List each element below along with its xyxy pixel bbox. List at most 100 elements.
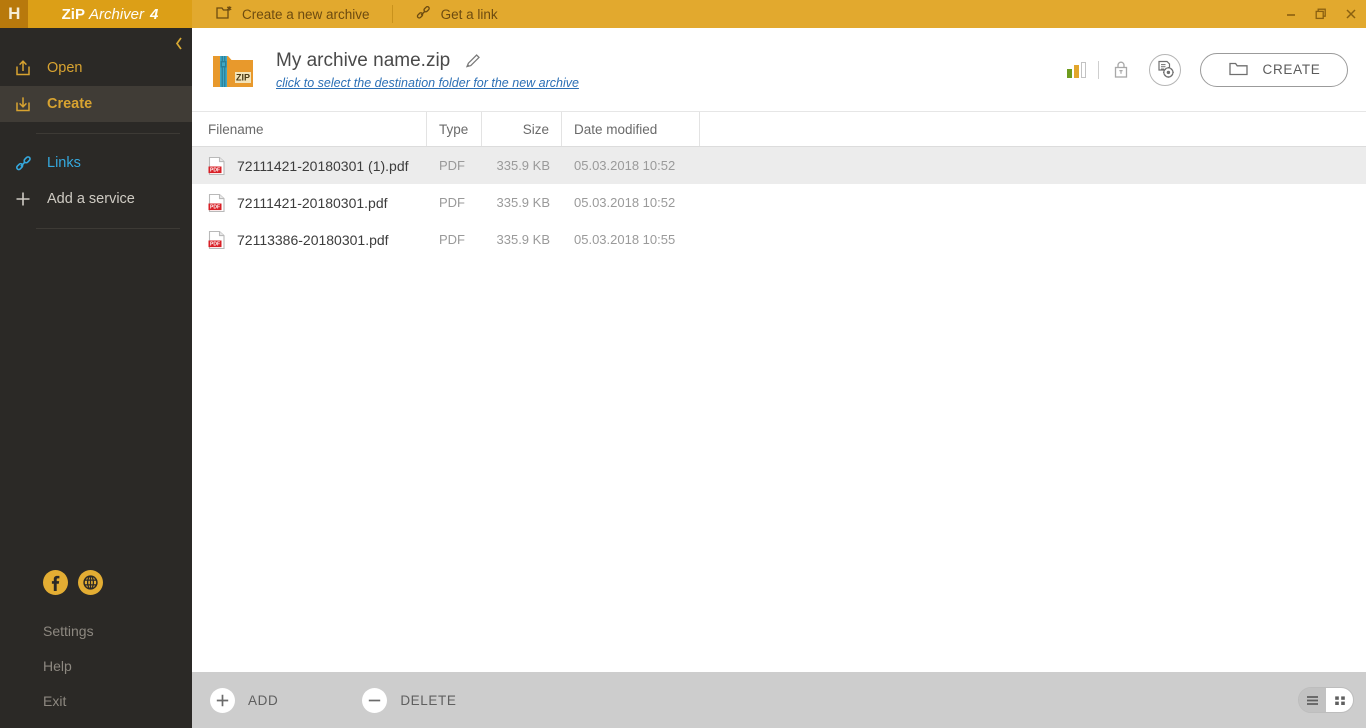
filename-text: 72113386-20180301.pdf bbox=[237, 231, 389, 248]
new-folder-icon bbox=[216, 5, 233, 23]
svg-text:PDF: PDF bbox=[210, 204, 220, 210]
minimize-button[interactable] bbox=[1276, 0, 1306, 28]
brand-part2: Archiver bbox=[88, 5, 144, 23]
cell-date-modified: 05.03.2018 10:55 bbox=[574, 232, 676, 247]
sidebar-item-open[interactable]: Open bbox=[0, 50, 192, 86]
pdf-file-icon: PDF bbox=[208, 230, 226, 250]
sidebar-social-links bbox=[0, 570, 192, 595]
file-table: Filename Type Size Date modified PDF 721… bbox=[192, 112, 1366, 672]
titlebar-tabs: Create a new archive Get a link bbox=[192, 0, 520, 28]
cell-type: PDF bbox=[439, 158, 465, 173]
sidebar-divider-top bbox=[36, 133, 180, 134]
chain-link-icon bbox=[12, 155, 34, 172]
archive-header-actions: CREATE bbox=[1067, 52, 1348, 87]
table-body: PDF 72111421-20180301 (1).pdf PDF 335.9 KB… bbox=[192, 147, 1366, 672]
column-header-filename[interactable]: Filename bbox=[192, 112, 427, 146]
create-archive-button[interactable]: CREATE bbox=[1200, 52, 1348, 87]
sidebar-nav-services: Links Add a service bbox=[0, 145, 192, 217]
column-header-date-modified[interactable]: Date modified bbox=[562, 112, 700, 146]
link-icon bbox=[415, 5, 432, 23]
filename-text: 72111421-20180301 (1).pdf bbox=[237, 157, 409, 174]
cell-date-modified: 05.03.2018 10:52 bbox=[574, 158, 676, 173]
sidebar-item-exit[interactable]: Exit bbox=[0, 683, 192, 718]
add-files-button[interactable]: ADD bbox=[210, 687, 279, 713]
archive-meta: My archive name.zip click to select the … bbox=[276, 50, 579, 90]
sidebar-nav-top: Open Create bbox=[0, 50, 192, 122]
archive-settings-gear-icon[interactable] bbox=[1149, 53, 1181, 86]
bottom-toolbar: ADD DELETE bbox=[192, 672, 1366, 728]
archive-header: ZIP My archive name.zip click to select … bbox=[192, 28, 1366, 112]
sidebar-item-help[interactable]: Help bbox=[0, 648, 192, 683]
zip-archiver-window: H ZiP Archiver 4 Create a new archive Ge… bbox=[0, 0, 1366, 728]
sidebar-item-add-a-service[interactable]: Add a service bbox=[0, 181, 192, 217]
cell-type: PDF bbox=[439, 195, 465, 210]
tab-link-label: Get a link bbox=[440, 6, 498, 22]
sidebar-footer-pad bbox=[0, 718, 192, 728]
window-controls bbox=[1276, 0, 1366, 28]
cell-type: PDF bbox=[439, 232, 465, 247]
header-divider bbox=[1098, 60, 1099, 79]
restore-button[interactable] bbox=[1306, 0, 1336, 28]
pdf-file-icon: PDF bbox=[208, 193, 226, 213]
pdf-file-icon: PDF bbox=[208, 156, 226, 176]
close-button[interactable] bbox=[1336, 0, 1366, 28]
compression-level-icon[interactable] bbox=[1067, 61, 1086, 78]
brand-title: ZiP Archiver 4 bbox=[28, 0, 192, 28]
grid-view-icon[interactable] bbox=[1326, 688, 1353, 712]
sidebar-item-open-label: Open bbox=[47, 60, 83, 76]
svg-text:PDF: PDF bbox=[210, 167, 220, 173]
sidebar-divider-bottom bbox=[36, 228, 180, 229]
globe-icon[interactable] bbox=[78, 570, 103, 595]
cell-filename: PDF 72111421-20180301.pdf bbox=[192, 193, 427, 213]
sidebar-item-links[interactable]: Links bbox=[0, 145, 192, 181]
sidebar-collapse-button[interactable] bbox=[172, 34, 186, 55]
folder-icon bbox=[1228, 60, 1249, 80]
list-view-icon[interactable] bbox=[1299, 688, 1326, 712]
column-header-size[interactable]: Size bbox=[482, 112, 562, 146]
archive-name[interactable]: My archive name.zip bbox=[276, 50, 450, 72]
tab-create-label: Create a new archive bbox=[242, 6, 370, 22]
zip-folder-icon: ZIP bbox=[210, 49, 256, 91]
sidebar-footer: Settings Help Exit bbox=[0, 613, 192, 728]
table-row[interactable]: PDF 72111421-20180301 (1).pdf PDF 335.9 KB… bbox=[192, 147, 1366, 184]
destination-folder-link[interactable]: click to select the destination folder f… bbox=[276, 76, 579, 90]
cell-size: 335.9 KB bbox=[496, 232, 551, 247]
sidebar-item-create-label: Create bbox=[47, 96, 93, 112]
add-files-label: ADD bbox=[248, 692, 279, 708]
lock-icon[interactable] bbox=[1111, 59, 1133, 81]
cell-size: 335.9 KB bbox=[496, 195, 551, 210]
svg-text:ZIP: ZIP bbox=[236, 72, 250, 82]
main-panel: ZIP My archive name.zip click to select … bbox=[192, 28, 1366, 728]
table-row[interactable]: PDF 72113386-20180301.pdf PDF 335.9 KB 05.0… bbox=[192, 221, 1366, 258]
column-header-filler bbox=[700, 112, 1366, 146]
pencil-icon[interactable] bbox=[464, 52, 482, 70]
plus-icon bbox=[12, 190, 34, 208]
tab-create-new-archive[interactable]: Create a new archive bbox=[192, 0, 392, 28]
open-archive-icon bbox=[12, 59, 34, 77]
table-row[interactable]: PDF 72111421-20180301.pdf PDF 335.9 KB 05.0… bbox=[192, 184, 1366, 221]
sidebar-item-create[interactable]: Create bbox=[0, 86, 192, 122]
column-header-type[interactable]: Type bbox=[427, 112, 482, 146]
sidebar-item-links-label: Links bbox=[47, 155, 81, 171]
svg-text:PDF: PDF bbox=[210, 241, 220, 247]
create-archive-icon bbox=[12, 95, 34, 113]
delete-files-label: DELETE bbox=[400, 692, 457, 708]
sidebar-item-add-service-label: Add a service bbox=[47, 191, 135, 207]
cell-size: 335.9 KB bbox=[496, 158, 551, 173]
facebook-icon[interactable] bbox=[43, 570, 68, 595]
sidebar: Open Create Links Add a service Settings… bbox=[0, 28, 192, 728]
cell-filename: PDF 72111421-20180301 (1).pdf bbox=[192, 156, 427, 176]
archive-name-row: My archive name.zip bbox=[276, 50, 579, 72]
delete-files-button[interactable]: DELETE bbox=[362, 687, 457, 713]
plus-circle-icon bbox=[210, 687, 235, 713]
app-logo: H bbox=[0, 0, 28, 28]
table-header: Filename Type Size Date modified bbox=[192, 112, 1366, 147]
create-button-label: CREATE bbox=[1262, 62, 1321, 77]
tab-get-a-link[interactable]: Get a link bbox=[393, 0, 520, 28]
window-body: Open Create Links Add a service Settings… bbox=[0, 28, 1366, 728]
titlebar: H ZiP Archiver 4 Create a new archive Ge… bbox=[0, 0, 1366, 28]
minus-circle-icon bbox=[362, 687, 388, 713]
sidebar-item-settings[interactable]: Settings bbox=[0, 613, 192, 648]
view-mode-toggle bbox=[1298, 687, 1354, 713]
